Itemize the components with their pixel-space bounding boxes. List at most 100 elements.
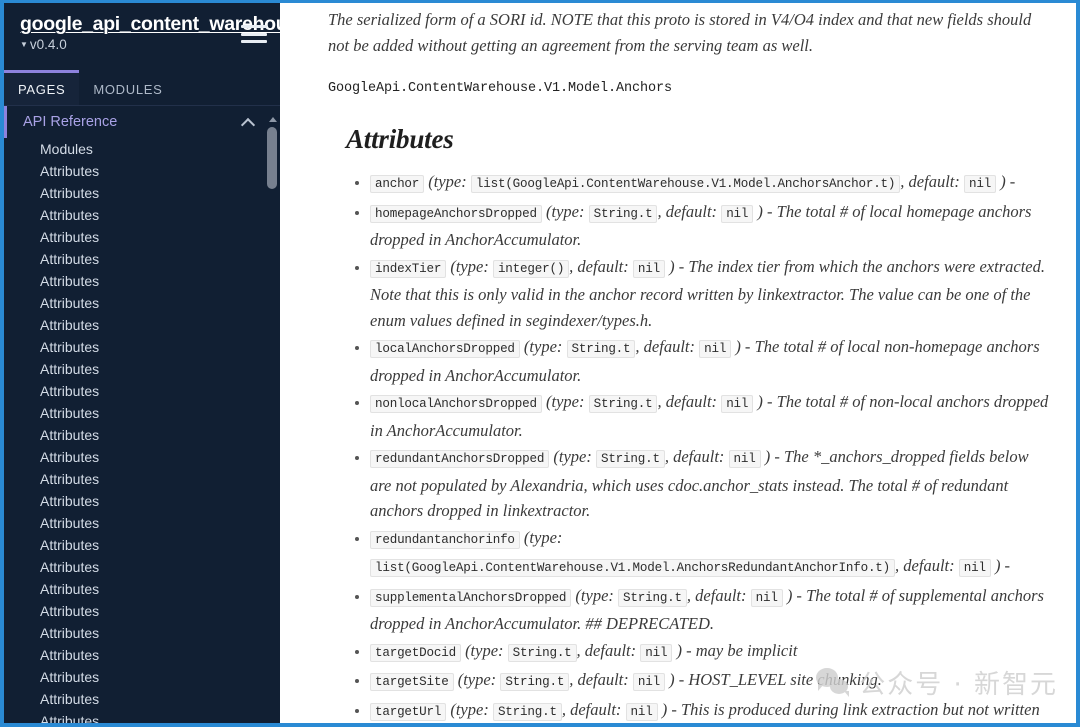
- attribute-default-label: default:: [643, 337, 695, 356]
- version-selector[interactable]: ▼ v0.4.0: [20, 37, 264, 53]
- sidebar-item[interactable]: Attributes: [4, 358, 280, 380]
- attribute-default-value: nil: [640, 643, 673, 662]
- attribute-name: anchor: [370, 175, 425, 193]
- attribute-default-value: nil: [625, 702, 658, 721]
- attribute-type-value: String.t: [618, 588, 687, 607]
- attribute-default-label: default:: [577, 256, 629, 276]
- sidebar-item[interactable]: Attributes: [4, 622, 280, 644]
- scrollbar-thumb[interactable]: [267, 127, 277, 189]
- attribute-type-label: (type:: [523, 337, 563, 356]
- attribute-default-value: nil: [958, 559, 991, 577]
- sidebar-item[interactable]: Attributes: [4, 512, 280, 534]
- sidebar-item[interactable]: Attributes: [4, 314, 280, 336]
- tab-pages[interactable]: PAGES: [4, 69, 80, 105]
- sidebar-item[interactable]: Attributes: [4, 204, 280, 226]
- sidebar-item[interactable]: Attributes: [4, 380, 280, 402]
- attribute-default-label: default:: [570, 699, 622, 719]
- attribute-default-label: default:: [673, 447, 725, 466]
- attribute-default-value: nil: [721, 395, 754, 413]
- hamburger-bar: [241, 25, 267, 28]
- attribute-default-value: nil: [728, 450, 761, 468]
- version-label: v0.4.0: [29, 37, 67, 53]
- sidebar-section-api-reference[interactable]: API Reference: [4, 105, 280, 138]
- sidebar-item[interactable]: Attributes: [4, 710, 280, 723]
- attribute-item: redundantAnchorsDropped (type: String.t,…: [370, 444, 1054, 524]
- attribute-name: localAnchorsDropped: [370, 340, 520, 358]
- attributes-heading: Attributes: [346, 124, 454, 154]
- sidebar-item[interactable]: Attributes: [4, 534, 280, 556]
- hamburger-bar: [241, 40, 267, 43]
- sidebar-item[interactable]: Attributes: [4, 160, 280, 182]
- attribute-item: homepageAnchorsDropped (type: String.t, …: [370, 199, 1054, 253]
- sidebar-item[interactable]: Attributes: [4, 556, 280, 578]
- browser-window: google_api_content_warehouse ▼ v0.4.0 PAG…: [0, 0, 1080, 727]
- attribute-item: targetUrl (type: String.t, default: nil …: [370, 697, 1054, 724]
- attribute-default-value: nil: [721, 204, 754, 223]
- attribute-type-label: (type:: [465, 640, 504, 660]
- sidebar-item[interactable]: Attributes: [4, 424, 280, 446]
- scroll-up-arrow-icon[interactable]: [269, 117, 277, 122]
- attribute-type-value: list(GoogleApi.ContentWarehouse.V1.Model…: [470, 175, 901, 193]
- attribute-type-value: String.t: [507, 643, 577, 662]
- sidebar-item[interactable]: Attributes: [4, 270, 280, 292]
- chevron-up-icon[interactable]: [242, 115, 256, 129]
- attribute-type-label: (type:: [553, 447, 592, 466]
- sidebar-item[interactable]: Attributes: [4, 644, 280, 666]
- attribute-type-value: String.t: [500, 673, 570, 691]
- attribute-type-label: (type:: [450, 256, 489, 276]
- attribute-item: supplementalAnchorsDropped (type: String…: [370, 583, 1054, 637]
- attribute-item: localAnchorsDropped (type: String.t, def…: [370, 334, 1054, 388]
- tab-modules[interactable]: MODULES: [79, 70, 176, 105]
- chevron-down-icon: ▼: [20, 40, 28, 50]
- sidebar-item[interactable]: Attributes: [4, 490, 280, 512]
- sidebar-item[interactable]: Attributes: [4, 688, 280, 710]
- hamburger-icon[interactable]: [241, 25, 267, 43]
- sidebar: google_api_content_warehouse ▼ v0.4.0 PAG…: [4, 3, 280, 723]
- attribute-type-label: (type:: [575, 585, 614, 605]
- sidebar-item[interactable]: Attributes: [4, 468, 280, 490]
- sidebar-item[interactable]: Attributes: [4, 666, 280, 688]
- sidebar-item[interactable]: Attributes: [4, 248, 280, 270]
- attribute-type-label: (type:: [546, 392, 585, 411]
- attribute-default-label: default:: [584, 640, 637, 660]
- sidebar-item[interactable]: Attributes: [4, 402, 280, 424]
- sidebar-item[interactable]: Modules: [4, 138, 280, 160]
- attribute-item: redundantanchorinfo (type: list(GoogleAp…: [370, 525, 1054, 582]
- attribute-name: targetUrl: [370, 702, 447, 721]
- attribute-close-paren: ) -: [735, 337, 751, 356]
- project-title[interactable]: google_api_content_warehouse: [20, 13, 280, 35]
- attribute-type-label: (type:: [457, 670, 497, 689]
- attribute-close-paren: ) -: [669, 256, 685, 276]
- sidebar-tabs: PAGES MODULES: [4, 69, 280, 106]
- attribute-item: targetDocid (type: String.t, default: ni…: [370, 638, 1054, 667]
- attribute-type-label: (type:: [523, 527, 563, 547]
- sidebar-nav-list: Modules Attributes Attributes Attributes Att…: [4, 138, 280, 723]
- sidebar-item[interactable]: Attributes: [4, 336, 280, 358]
- attribute-item: nonlocalAnchorsDropped (type: String.t, …: [370, 389, 1054, 443]
- attribute-close-paren: ) -: [786, 585, 802, 605]
- attribute-default-value: nil: [699, 340, 732, 358]
- module-path-top: GoogleApi.ContentWarehouse.V1.Model.Anch…: [328, 81, 673, 96]
- attribute-description: HOST_LEVEL site chunking.: [688, 670, 882, 689]
- attribute-type-value: String.t: [492, 702, 562, 721]
- attribute-type-value: String.t: [595, 450, 665, 468]
- sidebar-item[interactable]: Attributes: [4, 292, 280, 314]
- sidebar-item[interactable]: Attributes: [4, 226, 280, 248]
- attribute-default-label: default:: [695, 585, 747, 605]
- attribute-type-label: (type:: [450, 699, 489, 719]
- attribute-close-paren: ) -: [764, 447, 780, 466]
- attribute-default-value: nil: [632, 259, 665, 278]
- attribute-default-label: default:: [665, 201, 718, 221]
- attribute-name: redundantanchorinfo: [370, 530, 520, 549]
- sidebar-scrollbar[interactable]: [267, 113, 278, 723]
- attribute-type-value: String.t: [566, 340, 636, 358]
- sidebar-item[interactable]: Attributes: [4, 446, 280, 468]
- attribute-name: supplementalAnchorsDropped: [370, 588, 572, 607]
- sidebar-item[interactable]: Attributes: [4, 600, 280, 622]
- sidebar-item[interactable]: Attributes: [4, 578, 280, 600]
- attribute-close-paren: ) -: [757, 201, 773, 221]
- sidebar-item[interactable]: Attributes: [4, 182, 280, 204]
- attribute-type-value: list(GoogleApi.ContentWarehouse.V1.Model…: [370, 559, 896, 577]
- attribute-type-value: String.t: [588, 395, 658, 413]
- attribute-name: redundantAnchorsDropped: [370, 450, 550, 468]
